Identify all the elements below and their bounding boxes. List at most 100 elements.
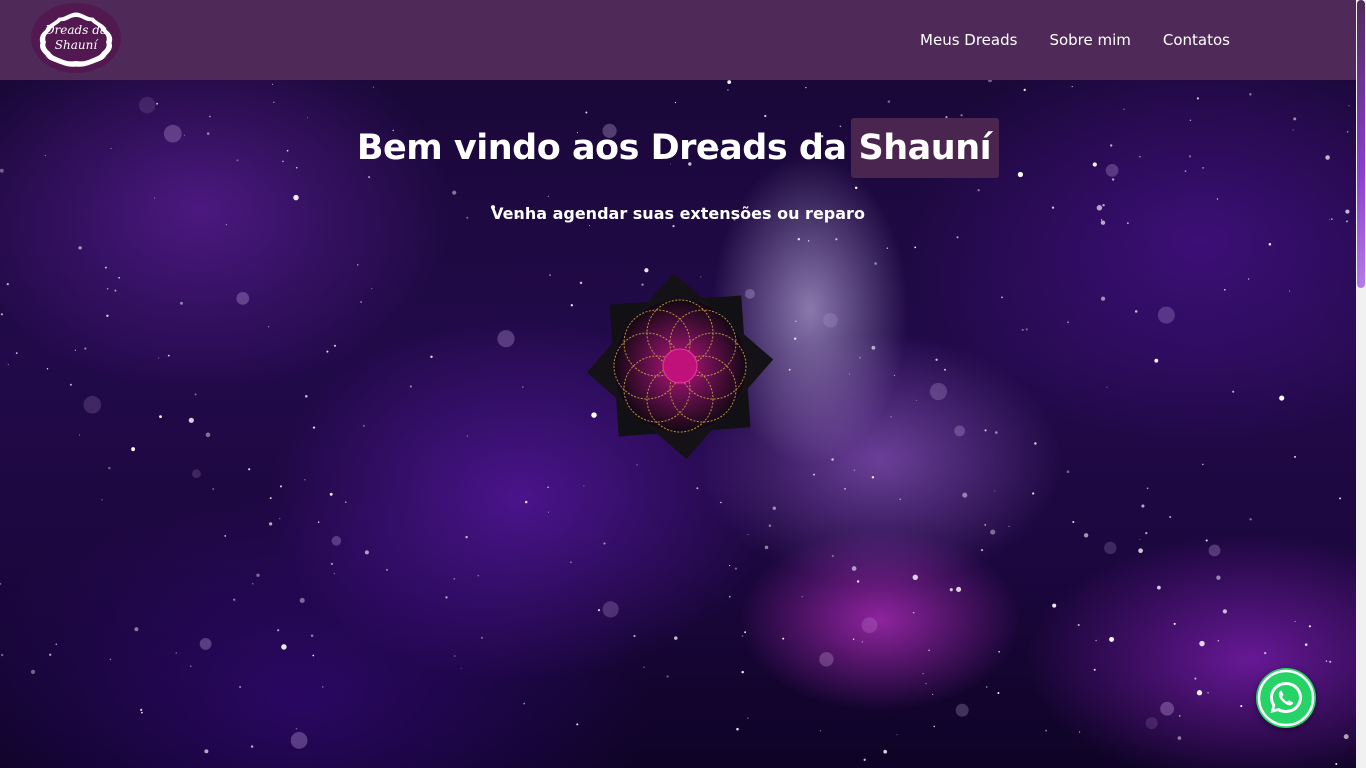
star xyxy=(1032,492,1035,495)
star xyxy=(764,545,769,550)
star xyxy=(995,431,998,434)
star-glow xyxy=(861,617,878,634)
star xyxy=(899,498,901,500)
star xyxy=(1134,310,1138,313)
nav-link-sobre-mim[interactable]: Sobre mim xyxy=(1049,30,1130,50)
logo-text-line2: Shauní xyxy=(54,38,98,52)
star xyxy=(477,574,480,577)
star xyxy=(362,424,365,427)
whatsapp-icon xyxy=(1257,669,1315,727)
star xyxy=(326,350,329,353)
star xyxy=(603,542,606,545)
star xyxy=(956,236,959,239)
nav-link-meus-dreads[interactable]: Meus Dreads xyxy=(920,30,1017,50)
star xyxy=(933,725,936,728)
star xyxy=(312,426,316,429)
star xyxy=(445,596,448,599)
star xyxy=(1001,296,1003,299)
star xyxy=(772,506,776,510)
star xyxy=(949,588,953,592)
main-nav: Meus Dreads Sobre mim Contatos xyxy=(920,30,1230,50)
star xyxy=(1325,660,1328,662)
star xyxy=(932,693,934,695)
star xyxy=(1232,390,1235,393)
star xyxy=(928,649,930,651)
star xyxy=(812,473,816,476)
star xyxy=(1329,660,1332,663)
star xyxy=(747,717,749,719)
hero-subtitle: Venha agendar suas extensões ou reparo xyxy=(491,204,865,223)
star xyxy=(1224,288,1226,291)
star xyxy=(747,534,749,536)
star xyxy=(863,758,866,761)
star xyxy=(1106,386,1108,388)
star xyxy=(252,583,254,585)
star xyxy=(1109,636,1115,642)
star xyxy=(1216,575,1221,580)
star xyxy=(570,304,573,307)
star xyxy=(279,518,281,520)
star xyxy=(78,246,82,250)
star xyxy=(886,247,889,249)
star xyxy=(883,749,888,754)
star xyxy=(453,578,456,580)
star xyxy=(167,354,170,357)
star xyxy=(317,521,320,523)
star xyxy=(1023,88,1026,92)
star xyxy=(481,636,483,639)
star-glow xyxy=(1104,541,1117,555)
star xyxy=(788,368,791,371)
star-glow xyxy=(819,652,834,667)
scrollbar-thumb[interactable] xyxy=(1357,0,1365,288)
star xyxy=(212,487,215,491)
star xyxy=(233,598,236,601)
star-glow xyxy=(199,638,212,650)
star xyxy=(84,347,87,350)
star xyxy=(729,564,731,567)
star xyxy=(281,644,287,650)
star xyxy=(204,749,209,754)
star xyxy=(371,288,373,290)
star xyxy=(935,358,938,361)
star xyxy=(851,566,857,571)
star xyxy=(896,734,898,736)
star-glow xyxy=(1160,701,1174,716)
star xyxy=(372,86,375,88)
star xyxy=(101,499,103,501)
star xyxy=(831,458,834,461)
star xyxy=(30,669,36,674)
star xyxy=(330,562,334,566)
star xyxy=(106,314,109,318)
hero-title: Bem vindo aos Dreads da Shauní xyxy=(0,118,1356,178)
star xyxy=(15,352,18,354)
star xyxy=(1066,470,1070,473)
star xyxy=(744,631,746,634)
star xyxy=(636,464,638,466)
star xyxy=(633,634,636,638)
star xyxy=(205,432,211,438)
star-glow xyxy=(929,382,948,401)
star xyxy=(46,368,49,370)
site-logo[interactable]: Dreads da Shauní xyxy=(31,3,121,73)
nav-link-contatos[interactable]: Contatos xyxy=(1163,30,1230,50)
star xyxy=(1178,715,1181,717)
star xyxy=(409,385,412,388)
star xyxy=(1021,328,1024,331)
star xyxy=(644,268,649,273)
page: Dreads da Shauní Meus Dreads Sobre mim C… xyxy=(0,0,1366,768)
star xyxy=(1199,640,1205,647)
star xyxy=(1101,296,1106,301)
star xyxy=(990,529,996,535)
star xyxy=(295,727,298,730)
star xyxy=(1207,692,1209,694)
star xyxy=(871,476,875,479)
star xyxy=(782,637,785,640)
star xyxy=(114,289,117,292)
star xyxy=(55,643,58,646)
star xyxy=(925,683,927,685)
star-glow xyxy=(331,536,342,546)
whatsapp-button[interactable] xyxy=(1256,668,1316,728)
star xyxy=(454,655,456,657)
star xyxy=(1240,705,1243,708)
star xyxy=(819,730,822,732)
